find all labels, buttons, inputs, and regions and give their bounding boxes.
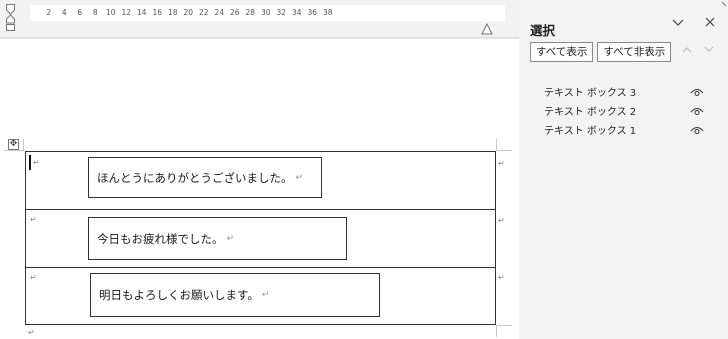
show-all-button[interactable]: すべて表示 [530,42,594,62]
ruler-number: 32 [276,8,287,17]
ruler-number: 36 [307,8,318,17]
text-box-1-text: ほんとうにありがとうございました。 [97,170,293,185]
list-item[interactable]: テキスト ボックス 2 [544,101,704,120]
ruler-numbers: 2 4 6 8 10 12 14 16 18 20 22 24 26 28 30… [41,8,336,17]
ruler-number: 2 [46,8,52,17]
hide-all-button[interactable]: すべて非表示 [597,42,672,62]
list-item-label: テキスト ボックス 2 [544,107,637,118]
paragraph-mark: ↵ [28,328,35,337]
ruler-number: 14 [136,8,147,17]
ruler-number: 10 [105,8,116,17]
ruler-number: 6 [77,8,83,17]
right-indent-marker-icon[interactable] [481,23,493,35]
eye-icon[interactable] [690,87,704,97]
crop-mark [496,139,512,151]
return-mark: ↵ [295,172,304,183]
ruler-number: 20 [183,8,194,17]
ruler-number: 24 [214,8,225,17]
list-item[interactable]: テキスト ボックス 1 [544,120,704,139]
text-box-3[interactable]: 明日もよろしくお願いします。 ↵ [90,273,380,317]
cell-end-mark: ↵ [33,158,40,167]
chevron-down-icon[interactable] [670,16,686,32]
crop-mark [496,325,512,337]
row-end-mark: ↵ [498,216,505,225]
text-cursor [29,155,31,170]
list-item[interactable]: テキスト ボックス 3 [544,82,704,101]
ruler-number: 30 [260,8,271,17]
return-mark: ↵ [226,233,235,244]
return-mark: ↵ [261,290,270,300]
table-move-handle[interactable]: ✥ [8,139,19,150]
ruler-number: 8 [92,8,98,17]
horizontal-ruler[interactable]: 2 4 6 8 10 12 14 16 18 20 22 24 26 28 30… [0,0,519,38]
ruler-number: 18 [167,8,178,17]
bring-forward-icon[interactable] [682,45,692,56]
ruler-number: 16 [152,8,163,17]
ruler-number: 22 [198,8,209,17]
cell-end-mark: ↵ [30,273,37,282]
text-box-3-text: 明日もよろしくお願いします。 [99,288,259,302]
eye-icon[interactable] [690,125,704,135]
row-end-mark: ↵ [498,273,505,282]
ruler-number: 28 [245,8,256,17]
ruler-number: 4 [61,8,67,17]
pane-title: 選択 [530,23,556,38]
document-area: 2 4 6 8 10 12 14 16 18 20 22 24 26 28 30… [0,0,519,339]
ruler-number: 26 [229,8,240,17]
ruler-number: 38 [322,8,333,17]
text-box-1[interactable]: ほんとうにありがとうございました。 ↵ [88,157,322,198]
row-separator [26,267,495,268]
row-end-mark: ↵ [498,159,505,168]
ruler-number: 34 [291,8,302,17]
eye-icon[interactable] [690,106,704,116]
text-box-2-text: 今日もお疲れ様でした。 [97,231,224,246]
cell-end-mark: ↵ [30,215,37,224]
left-indent-marker-icon[interactable] [6,4,15,31]
list-item-label: テキスト ボックス 1 [544,126,637,137]
resize-grip-icon[interactable] [704,0,728,339]
object-list: テキスト ボックス 3 テキスト ボックス 2 テキスト ボックス 1 [544,82,704,139]
selection-pane: 選択 すべて表示 すべて非表示 テキスト ボックス 3 テキスト ボックス 2 [519,0,728,339]
ruler-number: 12 [121,8,132,17]
pane-buttons: すべて表示 すべて非表示 [530,42,672,62]
list-item-label: テキスト ボックス 3 [544,88,637,99]
text-box-2[interactable]: 今日もお疲れ様でした。 ↵ [88,217,347,260]
row-separator [26,209,495,210]
